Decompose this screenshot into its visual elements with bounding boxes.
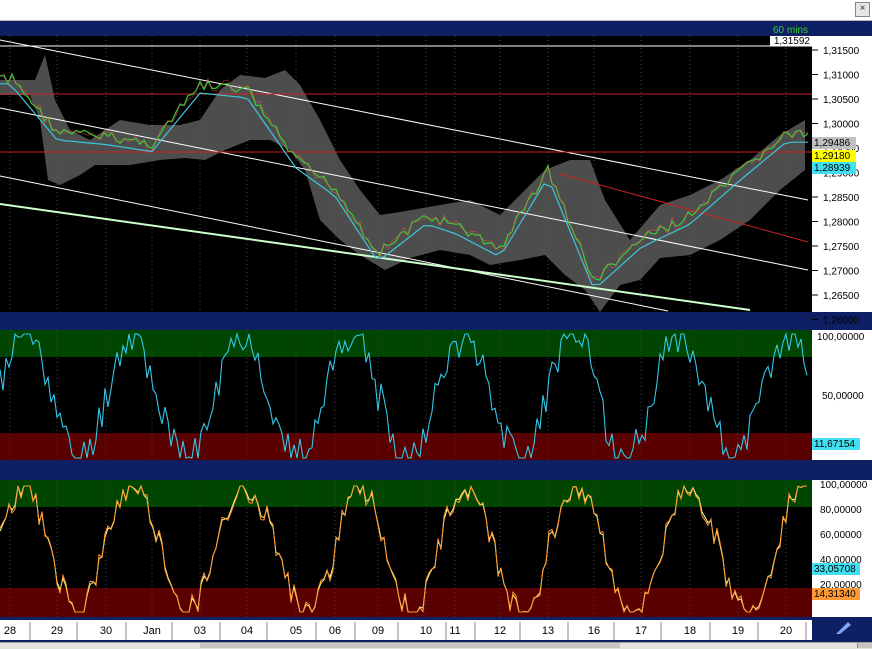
time-axis-label: 17 <box>635 625 647 637</box>
price-axis-label: 1,26000 <box>823 316 860 327</box>
oscillator-axis-label: 60,00000 <box>820 530 862 541</box>
price-axis-label: 1,31500 <box>823 46 860 57</box>
time-axis-label: 12 <box>494 625 506 637</box>
oscillator-axis-label: 80,00000 <box>820 505 862 516</box>
time-axis-label: 10 <box>420 625 432 637</box>
price-badges: 1,29486 1,29180 1,28939 <box>812 137 856 174</box>
timeframe-label: 60 mins <box>773 25 808 36</box>
chart-frame: 1,315001,310001,305001,300001,295001,290… <box>0 21 872 642</box>
stochastic-badge: 11,67154 <box>814 439 855 450</box>
time-axis-label: 28 <box>4 625 16 637</box>
price-axis-label: 1,31000 <box>823 71 860 82</box>
time-axis-label: 09 <box>372 625 384 637</box>
time-axis-label: 06 <box>329 625 341 637</box>
price-axis-label: 1,30000 <box>823 120 860 131</box>
oscillator-panel[interactable]: 100,0000080,0000060,0000040,0000020,0000… <box>0 480 872 617</box>
time-axis-label: 05 <box>290 625 302 637</box>
stochastic-axis-label-50: 50,00000 <box>822 391 864 402</box>
top-value-label: 1,31592 <box>774 36 811 47</box>
time-axis-label: 13 <box>542 625 554 637</box>
time-axis-label: 30 <box>100 625 112 637</box>
price-panel-background <box>0 36 812 312</box>
time-axis-label: 03 <box>194 625 206 637</box>
trading-chart-window: × 1,31500 1,31000 1,30500 1,30000 1,2950… <box>0 0 872 649</box>
time-axis-label: 11 <box>449 625 460 637</box>
price-axis-label: 1,30500 <box>823 95 860 106</box>
time-axis-label: 18 <box>684 625 696 637</box>
stochastic-panel[interactable]: 100,00000 50,00000 11,67154 <box>0 330 872 460</box>
close-icon[interactable]: × <box>855 2 870 17</box>
chart-svg[interactable]: 1,315001,310001,305001,300001,295001,290… <box>0 21 872 642</box>
price-badge-1: 1,29486 <box>814 138 851 149</box>
price-axis-label: 1,26500 <box>823 291 860 302</box>
oscillator-badge-1: 33,05708 <box>814 564 856 575</box>
price-axis-label: 1,27000 <box>823 267 860 278</box>
scroll-right-button[interactable] <box>857 643 872 648</box>
price-axis-label: 1,28000 <box>823 218 860 229</box>
window-titlebar: × <box>0 0 872 21</box>
time-axis-label: 20 <box>780 625 792 637</box>
price-axis-label: 1,28500 <box>823 193 860 204</box>
time-axis-label: 19 <box>732 625 744 637</box>
price-axis-label: 1,27500 <box>823 242 860 253</box>
time-axis-label: 04 <box>241 625 253 637</box>
time-axis-label: 16 <box>588 625 600 637</box>
scrollbar-thumb[interactable] <box>200 643 620 648</box>
oscillator-badge-2: 14,31340 <box>814 589 856 600</box>
time-axis-label: 29 <box>51 625 63 637</box>
price-badge-2: 1,29180 <box>814 151 851 162</box>
price-badge-3: 1,28939 <box>814 163 851 174</box>
time-axis-label: Jan <box>143 625 161 637</box>
price-panel[interactable]: 1,315001,310001,305001,300001,295001,290… <box>0 25 872 327</box>
oscillator-axis-label: 100,00000 <box>820 480 868 491</box>
time-axis: 28 29 30 Jan 03 04 05 06 09 10 11 12 13 16 17 18 19 20 <box>0 620 872 640</box>
stochastic-axis-label-100: 100,00000 <box>817 332 865 343</box>
